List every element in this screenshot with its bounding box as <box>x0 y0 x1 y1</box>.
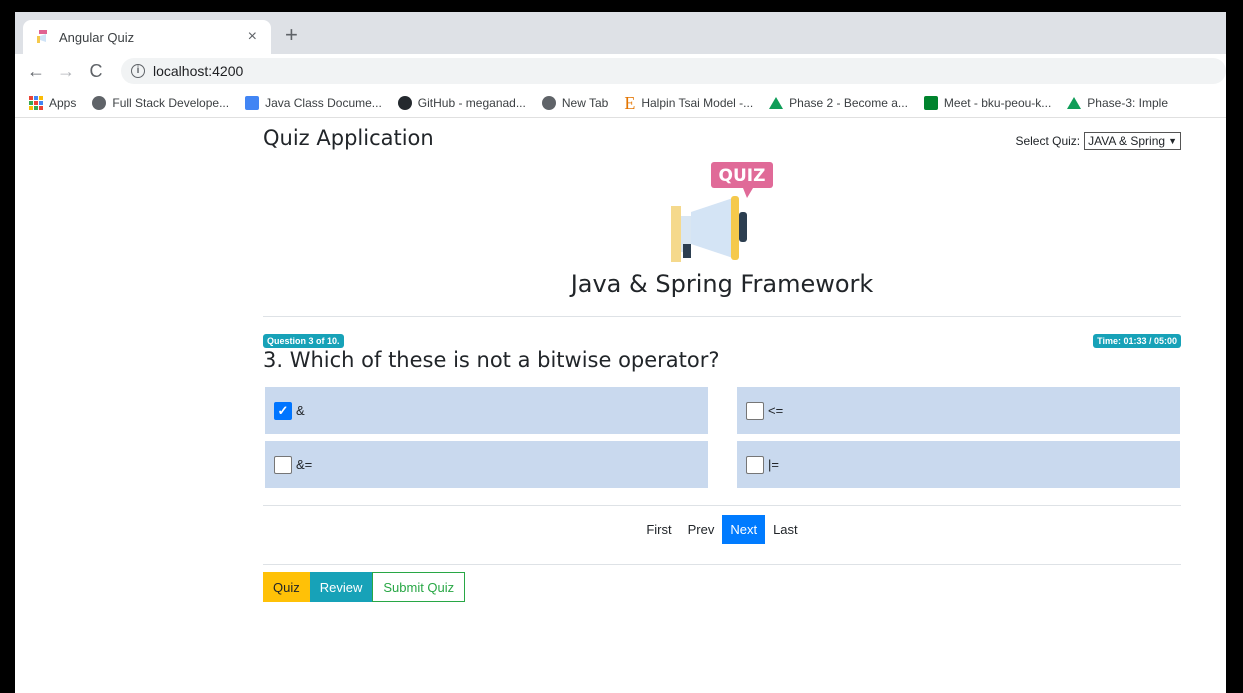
bookmark-label: GitHub - meganad... <box>417 95 526 110</box>
bookmark-label: Phase 2 - Become a... <box>789 95 908 110</box>
url-text[interactable]: localhost:4200 <box>153 63 243 79</box>
browser-toolbar: ← → C i localhost:4200 <box>15 54 1226 88</box>
quiz-select-value: JAVA & Spring <box>1088 134 1166 148</box>
quiz-name-heading: Java & Spring Framework <box>570 270 874 298</box>
bookmark-label: Phase-3: Imple <box>1087 95 1169 110</box>
browser-tab[interactable]: Angular Quiz × <box>23 20 271 54</box>
option-3[interactable]: &= <box>265 441 708 488</box>
quiz-page: Quiz Application Select Quiz: JAVA & Spr… <box>263 118 1181 602</box>
e-icon: E <box>624 92 636 113</box>
prev-button[interactable]: Prev <box>680 515 723 544</box>
bookmark-label: Full Stack Develope... <box>112 95 230 110</box>
option-label: |= <box>768 457 779 472</box>
option-label: <= <box>768 403 784 418</box>
quiz-megaphone-logo: QUIZ <box>671 162 773 262</box>
chevron-down-icon: ▼ <box>1168 136 1177 146</box>
bookmark-label: Halpin Tsai Model -... <box>641 95 754 110</box>
mode-buttons: Quiz Review Submit Quiz <box>263 572 466 602</box>
drive-icon <box>769 96 784 109</box>
bookmark-item[interactable]: Full Stack Develope... <box>92 95 230 110</box>
globe-icon <box>541 95 556 110</box>
back-arrow-icon[interactable]: ← <box>21 61 51 82</box>
last-button[interactable]: Last <box>765 515 806 544</box>
option-checkbox[interactable] <box>746 455 764 474</box>
page-title: Quiz Application <box>263 126 434 150</box>
first-button[interactable]: First <box>638 515 679 544</box>
bookmark-item[interactable]: Apps <box>29 95 77 110</box>
bookmark-label: Java Class Docume... <box>265 95 382 110</box>
pagination: First Prev Next Last <box>263 515 1181 544</box>
bookmark-item[interactable]: Phase 2 - Become a... <box>769 96 908 110</box>
address-bar[interactable]: i localhost:4200 <box>121 58 1226 84</box>
submit-quiz-button[interactable]: Submit Quiz <box>372 572 466 602</box>
globe-icon <box>92 95 107 110</box>
tab-title: Angular Quiz <box>59 29 135 45</box>
bookmark-label: Apps <box>49 95 77 110</box>
option-4[interactable]: |= <box>737 441 1180 488</box>
github-icon <box>397 95 412 110</box>
bookmark-label: New Tab <box>561 95 609 110</box>
apps-icon <box>29 95 43 110</box>
option-1[interactable]: ✓ & <box>265 387 708 434</box>
divider <box>263 505 1181 506</box>
bookmark-item[interactable]: Java Class Docume... <box>245 95 382 110</box>
bookmark-label: Meet - bku-peou-k... <box>943 95 1052 110</box>
tab-strip: Angular Quiz × + <box>15 12 1226 54</box>
info-icon[interactable]: i <box>131 64 145 78</box>
option-checkbox[interactable] <box>746 401 764 420</box>
drive-icon <box>1067 96 1082 109</box>
angular-favicon-icon <box>37 30 47 43</box>
bookmark-item[interactable]: E Halpin Tsai Model -... <box>624 92 754 113</box>
logo-text: QUIZ <box>719 166 766 186</box>
forward-arrow-icon[interactable]: → <box>51 61 81 82</box>
bookmark-item[interactable]: Phase-3: Imple <box>1067 96 1168 110</box>
question-count-badge: Question 3 of 10. <box>263 334 344 348</box>
review-mode-button[interactable]: Review <box>309 572 373 602</box>
divider <box>263 316 1181 317</box>
select-quiz-label: Select Quiz: <box>1015 134 1081 148</box>
close-tab-icon[interactable]: × <box>248 28 257 46</box>
reload-icon[interactable]: C <box>81 61 111 82</box>
bookmark-item[interactable]: Meet - bku-peou-k... <box>923 95 1052 110</box>
option-label: & <box>296 403 305 418</box>
bookmark-item[interactable]: New Tab <box>541 95 609 110</box>
option-label: &= <box>296 457 313 472</box>
bookmark-item[interactable]: GitHub - meganad... <box>397 95 526 110</box>
new-tab-button[interactable]: + <box>285 22 298 48</box>
meet-icon <box>923 95 938 110</box>
option-checkbox-checked[interactable]: ✓ <box>274 401 292 420</box>
option-checkbox[interactable] <box>274 455 292 474</box>
timer-badge: Time: 01:33 / 05:00 <box>1093 334 1181 348</box>
next-button[interactable]: Next <box>722 515 766 544</box>
question-text: 3. Which of these is not a bitwise opera… <box>263 348 720 372</box>
option-2[interactable]: <= <box>737 387 1180 434</box>
quiz-select-dropdown[interactable]: JAVA & Spring ▼ <box>1084 132 1181 150</box>
quiz-mode-button[interactable]: Quiz <box>263 572 310 602</box>
page-header: Quiz Application Select Quiz: JAVA & Spr… <box>263 118 1181 158</box>
doc-icon <box>245 95 260 110</box>
divider <box>263 564 1181 565</box>
bookmarks-bar: Apps Full Stack Develope... Java Class D… <box>15 88 1226 118</box>
quiz-selector: Select Quiz: JAVA & Spring ▼ <box>1015 132 1181 150</box>
browser-window: Angular Quiz × + ← → C i localhost:4200 … <box>15 12 1226 693</box>
